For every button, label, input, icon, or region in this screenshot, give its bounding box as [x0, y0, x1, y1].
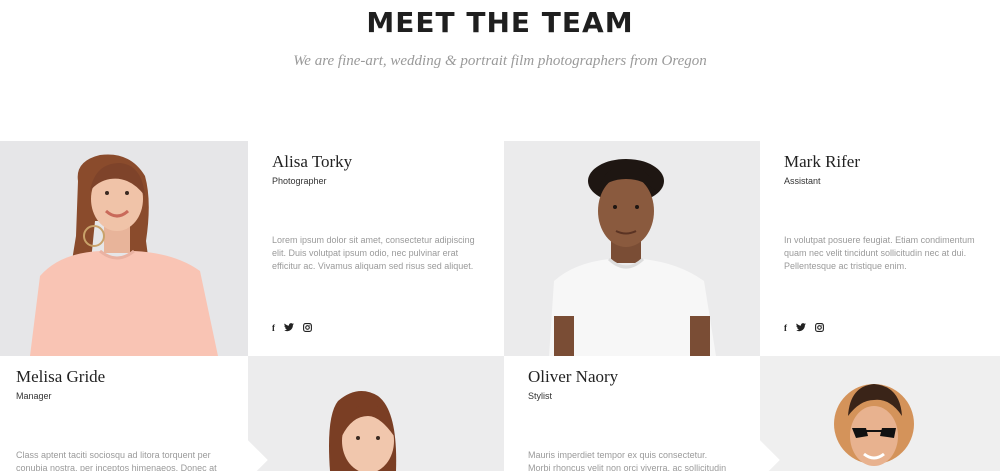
- card-notch: [248, 225, 268, 265]
- twitter-icon[interactable]: [284, 323, 294, 334]
- facebook-icon[interactable]: f: [784, 323, 787, 334]
- team-card-mark: Mark Rifer Assistant In volutpat posuere…: [760, 141, 1000, 356]
- instagram-icon[interactable]: [303, 323, 312, 334]
- member-bio: Mauris imperdiet tempor ex quis consecte…: [528, 450, 727, 471]
- social-links: f: [272, 323, 312, 334]
- team-photo-melisa: [248, 356, 504, 471]
- member-bio: Lorem ipsum dolor sit amet, consectetur …: [272, 235, 475, 271]
- member-bio: In volutpat posuere feugiat. Etiam condi…: [784, 235, 975, 271]
- member-name: Melisa Gride: [16, 367, 106, 386]
- card-notch: [760, 225, 780, 265]
- member-role: Photographer: [272, 176, 327, 186]
- member-role: Assistant: [784, 176, 821, 186]
- member-bio: Class aptent taciti sociosqu ad litora t…: [16, 450, 217, 471]
- team-grid: Alisa Torky Photographer Lorem ipsum dol…: [0, 141, 1000, 471]
- facebook-icon[interactable]: f: [272, 323, 275, 334]
- member-name: Alisa Torky: [272, 152, 353, 171]
- team-photo-mark: [504, 141, 760, 356]
- twitter-icon[interactable]: [796, 323, 806, 334]
- instagram-icon[interactable]: [815, 323, 824, 334]
- page-title: MEET THE TEAM: [366, 6, 634, 39]
- member-role: Stylist: [528, 391, 553, 401]
- member-name: Mark Rifer: [784, 152, 861, 171]
- social-links: f: [784, 323, 824, 334]
- team-photo-alisa: [0, 141, 248, 356]
- team-photo-oliver: [760, 356, 1000, 471]
- page-subtitle: We are fine-art, wedding & portrait film…: [293, 53, 707, 69]
- team-card-melisa: Melisa Gride Manager Class aptent taciti…: [0, 356, 268, 471]
- member-role: Manager: [16, 391, 52, 401]
- team-card-alisa: Alisa Torky Photographer Lorem ipsum dol…: [248, 141, 504, 356]
- member-name: Oliver Naory: [528, 367, 619, 386]
- team-card-oliver: Oliver Naory Stylist Mauris imperdiet te…: [504, 356, 780, 471]
